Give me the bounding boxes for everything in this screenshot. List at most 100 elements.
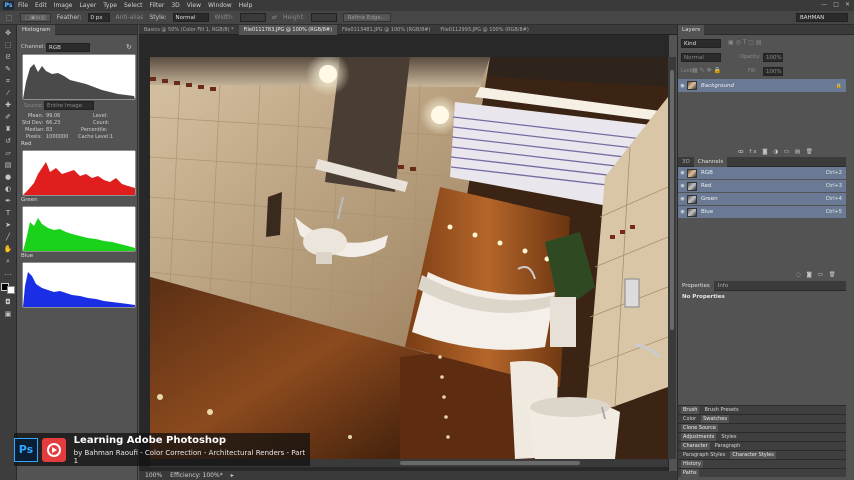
layer-filter-icons[interactable]: ▣ ◎ T ▢ ▤ [728,39,762,46]
hand-tool-icon[interactable]: ✋ [3,245,13,253]
gradient-tool-icon[interactable]: ▤ [3,161,13,169]
tab-history[interactable]: History [681,460,703,468]
healing-brush-tool-icon[interactable]: ✚ [3,101,13,109]
tab-properties[interactable]: Properties [678,280,714,291]
visibility-eye-icon[interactable]: ◉ [678,196,687,202]
panel-brush[interactable]: Brush Brush Presets [678,405,846,414]
doc-tab-file0112993[interactable]: File0112993.JPG @ 100% (RGB/8#) [435,25,533,35]
color-swatches[interactable] [1,283,15,294]
menu-filter[interactable]: Filter [150,2,165,9]
background-color-swatch[interactable] [7,286,15,294]
menu-window[interactable]: Window [208,2,232,9]
panel-character[interactable]: Character Paragraph [678,441,846,450]
anti-alias-checkbox[interactable]: Anti-alias [116,14,144,21]
layers-footer-icons[interactable]: ꝏ fx ◙ ◑ ▭ ▤ 🗑 [738,149,815,155]
menu-help[interactable]: Help [239,2,253,9]
canvas-image[interactable] [150,57,668,459]
menu-3d[interactable]: 3D [171,2,179,9]
width-input[interactable] [239,13,266,22]
tab-3d[interactable]: 3D [678,157,694,167]
maximize-button[interactable]: □ [833,1,839,8]
zoom-level[interactable]: 100% [145,472,162,479]
menu-type[interactable]: Type [103,2,117,9]
vertical-scrollbar-thumb[interactable] [670,70,674,330]
horizontal-scrollbar-thumb[interactable] [400,461,580,465]
refresh-icon[interactable]: ↻ [126,43,132,51]
tab-character-styles[interactable]: Character Styles [730,451,776,459]
swap-icon[interactable]: ⇄ [272,14,277,21]
status-info[interactable]: Efficiency: 100%* [170,472,223,479]
tab-swatches[interactable]: Swatches [701,415,729,423]
channel-row-rgb[interactable]: ◉ RGB Ctrl+2 [678,167,846,180]
tab-paragraph[interactable]: Paragraph [713,442,743,450]
fill-input[interactable]: 100% [763,67,783,76]
tab-brush[interactable]: Brush [681,406,700,414]
tab-paragraph-styles[interactable]: Paragraph Styles [681,451,727,459]
doc-tab-file0113481[interactable]: File0113481.JPG @ 100% (RGB/8#) [337,25,435,35]
channel-row-blue[interactable]: ◉ Blue Ctrl+5 [678,206,846,219]
panel-color[interactable]: Color Swatches [678,414,846,423]
tab-brush-presets[interactable]: Brush Presets [702,406,740,414]
panel-paths[interactable]: Paths [678,468,846,477]
menu-select[interactable]: Select [124,2,143,9]
visibility-eye-icon[interactable]: ◉ [678,209,687,215]
panel-paragraph-styles[interactable]: Paragraph Styles Character Styles [678,450,846,459]
blur-tool-icon[interactable]: ● [3,173,13,181]
tab-histogram[interactable]: Histogram [18,24,55,35]
channel-row-red[interactable]: ◉ Red Ctrl+3 [678,180,846,193]
height-input[interactable] [310,13,337,22]
tab-info[interactable]: Info [714,281,732,291]
blend-mode-select[interactable]: Normal [681,53,721,62]
menu-edit[interactable]: Edit [35,2,47,9]
tab-layers[interactable]: Layers [678,24,705,35]
close-button[interactable]: ✕ [845,1,850,8]
channel-row-green[interactable]: ◉ Green Ctrl+4 [678,193,846,206]
status-arrow-icon[interactable]: ▸ [231,472,234,479]
history-brush-tool-icon[interactable]: ↺ [3,137,13,145]
workspace-select[interactable]: BAHMAN [796,13,848,22]
lasso-tool-icon[interactable]: ᘓ [3,53,13,61]
channels-footer-icons[interactable]: ◌ ◙ ▭ 🗑 [796,272,838,278]
panel-history[interactable]: History [678,459,846,468]
selection-mode-buttons[interactable]: ▢▣▤▥ [20,13,51,22]
layer-filter-kind[interactable]: Kind [681,39,721,48]
marquee-tool-preset-icon[interactable]: ⬚ [4,14,14,22]
quick-mask-icon[interactable]: ◘ [3,298,13,306]
tab-clone-source[interactable]: Clone Source [681,424,718,432]
doc-tab-file0111783[interactable]: File0111783.JPG @ 100% (RGB/8#) [238,24,338,35]
menu-layer[interactable]: Layer [79,2,96,9]
menu-image[interactable]: Image [54,2,73,9]
screen-mode-icon[interactable]: ▣ [3,310,13,318]
quick-select-tool-icon[interactable]: ✎ [3,65,13,73]
layer-row-background[interactable]: ◉ Background 🔒 [678,79,846,93]
tab-styles[interactable]: Styles [719,433,738,441]
tab-paths[interactable]: Paths [681,469,699,477]
dodge-tool-icon[interactable]: ◐ [3,185,13,193]
eraser-tool-icon[interactable]: ▱ [3,149,13,157]
type-tool-icon[interactable]: T [3,209,13,217]
tab-adjustments[interactable]: Adjustments [681,433,717,441]
channel-select[interactable]: RGB [46,43,90,52]
menu-file[interactable]: File [18,2,28,9]
path-selection-tool-icon[interactable]: ➤ [3,221,13,229]
clone-stamp-tool-icon[interactable]: ♜ [3,125,13,133]
minimize-button[interactable]: — [821,1,827,8]
marquee-tool-icon[interactable]: ⬚ [3,41,13,49]
edit-toolbar-icon[interactable]: … [3,269,13,277]
crop-tool-icon[interactable]: ⌗ [3,77,13,85]
tab-character[interactable]: Character [681,442,710,450]
brush-tool-icon[interactable]: ✐ [3,113,13,121]
feather-input[interactable]: 0 px [87,13,110,22]
pen-tool-icon[interactable]: ✒ [3,197,13,205]
panel-clone-source[interactable]: Clone Source [678,423,846,432]
source-select[interactable]: Entire Image [44,101,94,110]
menu-view[interactable]: View [187,2,201,9]
visibility-eye-icon[interactable]: ◉ [678,170,687,176]
panel-adjustments[interactable]: Adjustments Styles [678,432,846,441]
visibility-eye-icon[interactable]: ◉ [678,183,687,189]
zoom-tool-icon[interactable]: ⌕ [3,257,13,265]
tab-channels[interactable]: Channels [693,156,728,167]
line-tool-icon[interactable]: ╱ [3,233,13,241]
refine-edge-button[interactable]: Refine Edge... [342,13,392,22]
tab-color[interactable]: Color [681,415,698,423]
